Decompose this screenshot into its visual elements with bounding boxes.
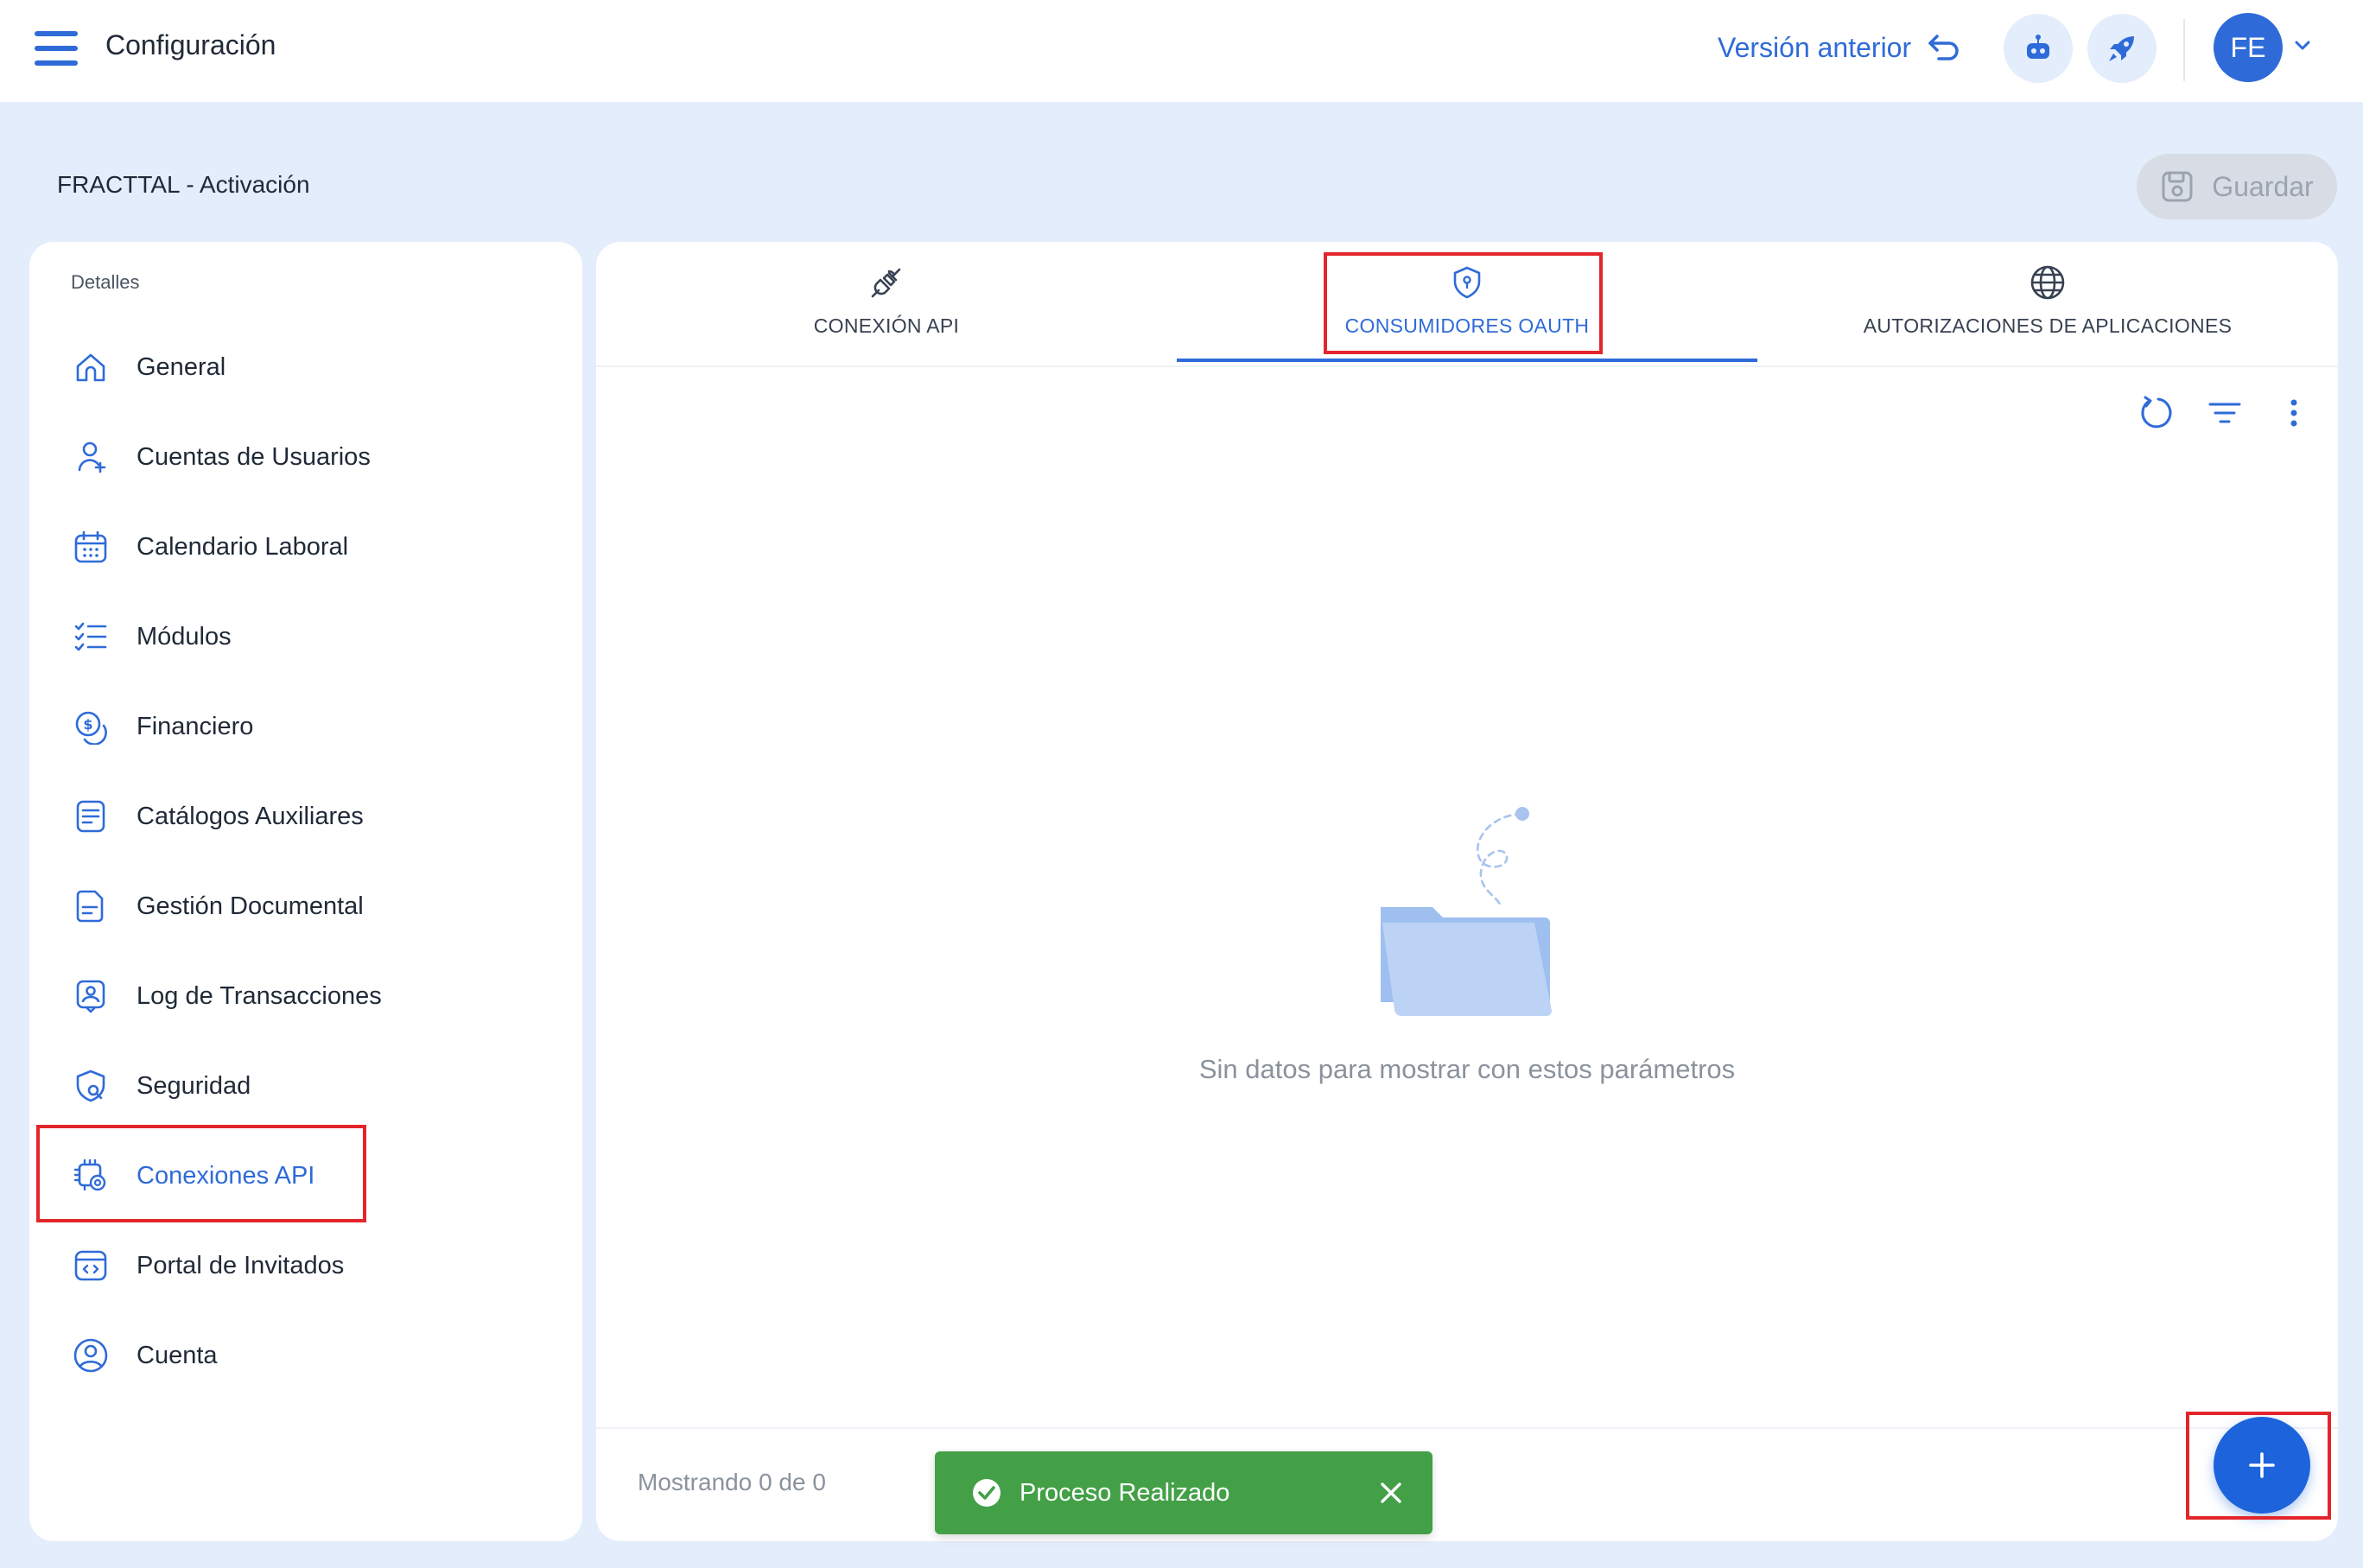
svg-text:$: $: [83, 716, 92, 733]
main-panel: CONEXIÓN API CONSUMIDORES OAUTH AUTORIZA…: [596, 242, 2338, 1541]
globe-icon: [2028, 263, 2068, 302]
organization-name: FRACTTAL - Activación: [57, 171, 310, 198]
sidebar-item-label: Cuentas de Usuarios: [137, 442, 371, 471]
checklist-icon: [71, 617, 111, 657]
robot-icon: [2027, 35, 2049, 59]
sidebar-item-api-connections[interactable]: Conexiones API: [71, 1146, 314, 1206]
sidebar-item-label: Seguridad: [137, 1071, 251, 1100]
tab-bar: CONEXIÓN API CONSUMIDORES OAUTH AUTORIZA…: [596, 242, 2338, 363]
sidebar-item-transaction-log[interactable]: Log de Transacciones: [71, 966, 382, 1026]
footer-divider: [596, 1427, 2338, 1429]
refresh-button[interactable]: [2132, 389, 2181, 437]
filter-icon: [2208, 403, 2241, 423]
refresh-icon: [2141, 396, 2172, 429]
tabs-divider: [596, 365, 2338, 367]
sidebar-item-auxiliary-catalogs[interactable]: Catálogos Auxiliares: [71, 786, 364, 847]
assistant-bot-button[interactable]: [2004, 14, 2073, 83]
tab-label: CONSUMIDORES OAUTH: [1344, 314, 1590, 337]
user-add-icon: [71, 437, 111, 477]
coin-icon: $: [71, 707, 111, 746]
tab-oauth-consumers[interactable]: CONSUMIDORES OAUTH: [1177, 242, 1757, 363]
api-gear-icon: [71, 1156, 111, 1196]
sidebar-item-label: Cuenta: [137, 1341, 218, 1369]
catalog-icon: [71, 797, 111, 836]
menu-icon[interactable]: [35, 31, 78, 66]
shield-key-icon: [1447, 263, 1487, 302]
avatar[interactable]: FE: [2214, 13, 2283, 82]
save-button[interactable]: Guardar: [2137, 154, 2337, 219]
plus-icon: [2249, 1452, 2275, 1478]
top-bar: Configuración Versión anterior FE: [0, 0, 2363, 102]
sidebar-item-label: Módulos: [137, 622, 232, 651]
account-circle-icon: [71, 1336, 111, 1375]
calendar-icon: [71, 527, 111, 567]
empty-state-message: Sin datos para mostrar con estos parámet…: [1198, 1054, 1736, 1084]
close-icon[interactable]: [1375, 1477, 1407, 1508]
sidebar-item-work-calendar[interactable]: Calendario Laboral: [71, 517, 348, 577]
sidebar-item-label: Calendario Laboral: [137, 532, 349, 561]
sidebar-item-user-accounts[interactable]: Cuentas de Usuarios: [71, 427, 371, 487]
sidebar-item-general[interactable]: General: [71, 337, 226, 397]
launch-button[interactable]: [2087, 14, 2157, 83]
document-icon: [71, 886, 111, 926]
previous-version-label: Versión anterior: [1718, 31, 1912, 63]
sidebar-item-security[interactable]: Seguridad: [71, 1056, 251, 1116]
tab-application-authorizations[interactable]: AUTORIZACIONES DE APLICACIONES: [1757, 242, 2338, 363]
save-icon: [2162, 171, 2193, 202]
rocket-icon: [2109, 36, 2134, 61]
sidebar-item-label: General: [137, 352, 226, 381]
sidebar-item-modules[interactable]: Módulos: [71, 606, 232, 667]
sidebar-item-label: Catálogos Auxiliares: [137, 802, 364, 830]
sidebar-item-account[interactable]: Cuenta: [71, 1325, 218, 1386]
settings-sidebar: Detalles General Cuentas de Usuarios Cal…: [29, 242, 582, 1541]
sidebar-item-label: Gestión Documental: [137, 892, 364, 920]
filter-button[interactable]: [2201, 389, 2249, 437]
add-button[interactable]: [2214, 1417, 2310, 1514]
sidebar-item-label: Portal de Invitados: [137, 1251, 345, 1279]
previous-version-button[interactable]: Versión anterior: [1718, 26, 1961, 69]
undo-icon: [1928, 35, 1959, 60]
sidebar-item-financial[interactable]: $ Financiero: [71, 696, 253, 757]
sidebar-item-label: Financiero: [137, 712, 254, 740]
sidebar-item-document-management[interactable]: Gestión Documental: [71, 876, 364, 936]
sidebar-heading: Detalles: [71, 271, 140, 293]
sidebar-item-label: Log de Transacciones: [137, 981, 382, 1010]
check-circle-icon: [973, 1479, 1000, 1507]
tab-label: AUTORIZACIONES DE APLICACIONES: [1863, 314, 2233, 337]
success-toast: Proceso Realizado: [935, 1451, 1432, 1534]
tab-label: CONEXIÓN API: [813, 314, 960, 337]
chevron-down-icon[interactable]: [2293, 36, 2312, 55]
tab-api-connection[interactable]: CONEXIÓN API: [596, 242, 1177, 363]
empty-folder-illustration: [1381, 807, 1552, 1017]
topbar-divider: [2183, 19, 2185, 81]
shield-search-icon: [71, 1066, 111, 1106]
more-options-button[interactable]: [2270, 389, 2318, 437]
page-title: Configuración: [105, 29, 276, 60]
pagination-summary: Mostrando 0 de 0: [638, 1469, 826, 1495]
plug-icon: [867, 263, 906, 302]
save-label: Guardar: [2212, 170, 2314, 202]
sidebar-item-label: Conexiones API: [137, 1161, 315, 1190]
log-icon: [71, 976, 111, 1016]
toast-message: Proceso Realizado: [1020, 1478, 1230, 1507]
code-window-icon: [71, 1246, 111, 1286]
sidebar-item-guest-portal[interactable]: Portal de Invitados: [71, 1235, 344, 1296]
home-icon: [71, 347, 111, 387]
more-vertical-icon: [2290, 399, 2297, 427]
active-tab-indicator: [1177, 359, 1757, 362]
